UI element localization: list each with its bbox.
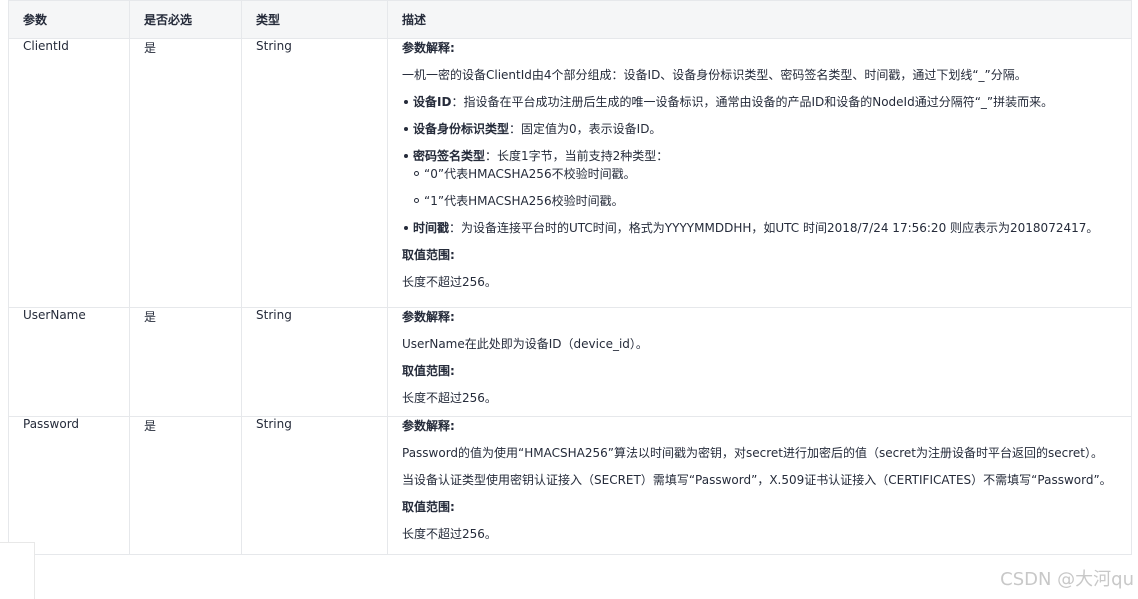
table-header-row: 参数 是否必选 类型 描述 <box>8 0 1132 39</box>
range-heading: 取值范围: <box>402 500 455 514</box>
description-cell: 参数解释: Password的值为使用“HMACSHA256”算法以时间戳为密钥… <box>387 416 1132 555</box>
list-item-term: 时间戳 <box>413 221 450 235</box>
watermark: CSDN @大河qu <box>1000 569 1134 590</box>
explain-text: UserName在此处即为设备ID（device_id）。 <box>402 337 648 351</box>
type-value: String <box>241 38 388 308</box>
param-name: ClientId <box>8 38 130 308</box>
parameter-table: 参数 是否必选 类型 描述 ClientId 是 String 参数解释: 一机… <box>8 0 1132 555</box>
required-value: 是 <box>129 38 242 308</box>
list-item-text: ：为设备连接平台时的UTC时间，格式为YYYYMMDDHH，如UTC 时间201… <box>449 221 1099 235</box>
list-item-term: 设备身份标识类型 <box>413 122 510 136</box>
explain-heading: 参数解释: <box>402 419 455 433</box>
floating-side-panel <box>0 542 35 599</box>
header-param: 参数 <box>8 0 130 39</box>
explain-text-2: 当设备认证类型使用密钥认证接入（SECRET）需填写“Password”，X.5… <box>402 473 1112 487</box>
list-item: 设备身份标识类型：固定值为0，表示设备ID。 <box>404 120 1117 138</box>
sub-list-item: “0”代表HMACSHA256不校验时间戳。 <box>414 165 1117 183</box>
list-item-term: 密码签名类型 <box>413 149 486 163</box>
list-item: 密码签名类型：长度1字节，当前支持2种类型： “0”代表HMACSHA256不校… <box>404 147 1117 210</box>
range-text: 长度不超过256。 <box>402 527 497 541</box>
param-name: Password <box>8 416 130 555</box>
range-text: 长度不超过256。 <box>402 391 497 405</box>
sub-list: “0”代表HMACSHA256不校验时间戳。 “1”代表HMACSHA256校验… <box>413 165 1117 210</box>
explain-heading: 参数解释: <box>402 41 455 55</box>
header-type: 类型 <box>241 0 388 39</box>
list-item: 设备ID：指设备在平台成功注册后生成的唯一设备标识，通常由设备的产品ID和设备的… <box>404 93 1117 111</box>
type-value: String <box>241 307 388 417</box>
explain-text: Password的值为使用“HMACSHA256”算法以时间戳为密钥，对secr… <box>402 446 1103 460</box>
explain-heading: 参数解释: <box>402 310 455 324</box>
list-item: 时间戳：为设备连接平台时的UTC时间，格式为YYYYMMDDHH，如UTC 时间… <box>404 219 1117 237</box>
table-row: UserName 是 String 参数解释: UserName在此处即为设备I… <box>8 307 1132 417</box>
sub-list-item: “1”代表HMACSHA256校验时间戳。 <box>414 192 1117 210</box>
header-required: 是否必选 <box>129 0 242 39</box>
range-heading: 取值范围: <box>402 248 455 262</box>
range-text: 长度不超过256。 <box>402 275 497 289</box>
table-row: Password 是 String 参数解释: Password的值为使用“HM… <box>8 416 1132 555</box>
list-item-text: ：固定值为0，表示设备ID。 <box>509 122 662 136</box>
required-value: 是 <box>129 416 242 555</box>
list-item-text: ：长度1字节，当前支持2种类型： <box>485 149 669 163</box>
required-value: 是 <box>129 307 242 417</box>
page: 参数 是否必选 类型 描述 ClientId 是 String 参数解释: 一机… <box>0 0 1138 599</box>
param-name: UserName <box>8 307 130 417</box>
range-heading: 取值范围: <box>402 364 455 378</box>
component-list: 设备ID：指设备在平台成功注册后生成的唯一设备标识，通常由设备的产品ID和设备的… <box>402 93 1117 237</box>
description-cell: 参数解释: 一机一密的设备ClientId由4个部分组成：设备ID、设备身份标识… <box>387 38 1132 308</box>
header-description: 描述 <box>387 0 1132 39</box>
list-item-text: ：指设备在平台成功注册后生成的唯一设备标识，通常由设备的产品ID和设备的Node… <box>451 95 1054 109</box>
list-item-term: 设备ID <box>413 95 452 109</box>
type-value: String <box>241 416 388 555</box>
explain-text: 一机一密的设备ClientId由4个部分组成：设备ID、设备身份标识类型、密码签… <box>402 68 1027 82</box>
description-cell: 参数解释: UserName在此处即为设备ID（device_id）。 取值范围… <box>387 307 1132 417</box>
table-row: ClientId 是 String 参数解释: 一机一密的设备ClientId由… <box>8 38 1132 308</box>
